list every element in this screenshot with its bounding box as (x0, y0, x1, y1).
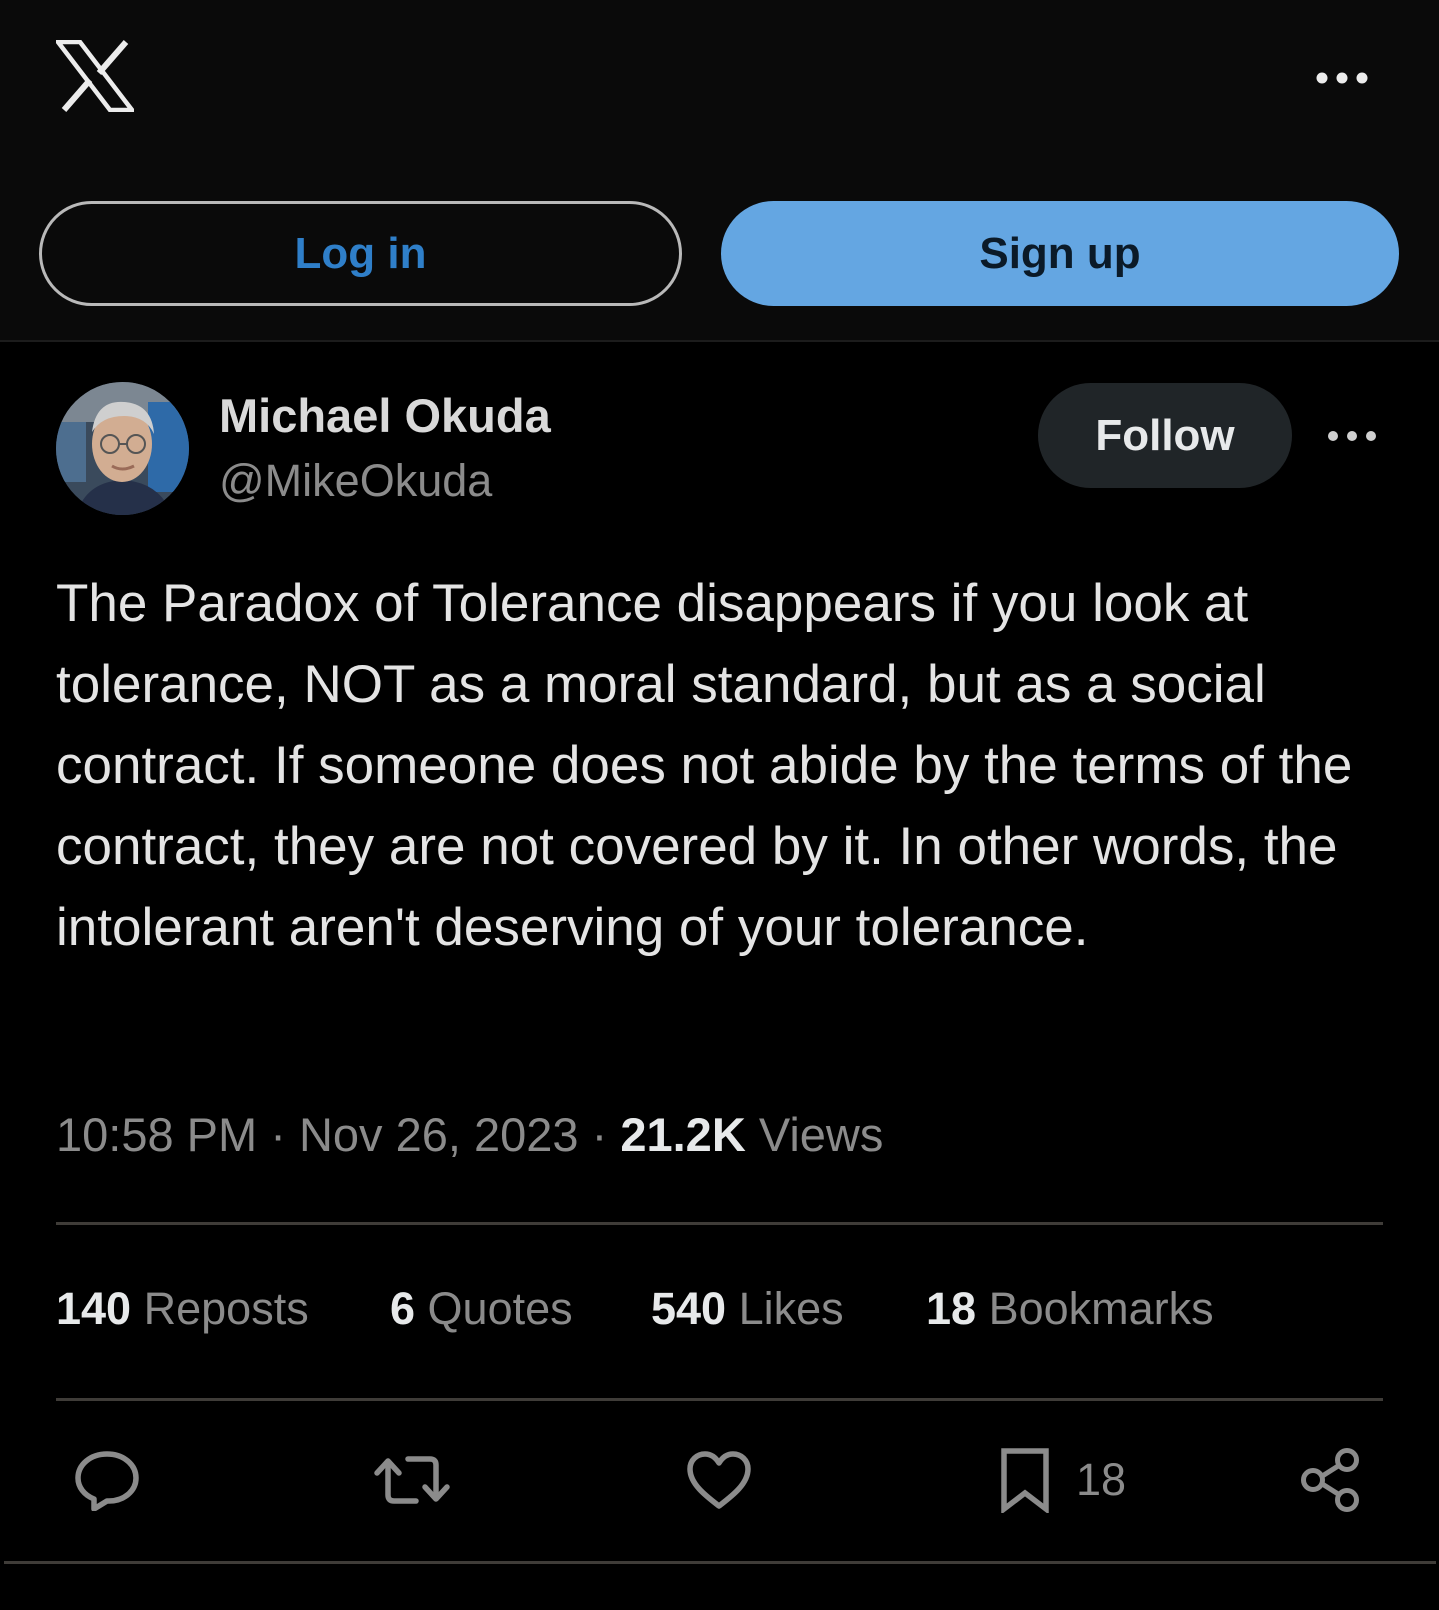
reply-icon (75, 1451, 139, 1511)
reposts-count: 140 (56, 1283, 132, 1334)
reposts-label: Reposts (143, 1283, 309, 1334)
follow-button[interactable]: Follow (1038, 383, 1292, 488)
signup-button[interactable]: Sign up (721, 201, 1399, 306)
bookmark-button[interactable]: 18 (998, 1445, 1126, 1515)
share-button[interactable] (1300, 1445, 1362, 1515)
author-name[interactable]: Michael Okuda (219, 388, 551, 443)
login-button[interactable]: Log in (39, 201, 682, 306)
author-handle[interactable]: @MikeOkuda (219, 455, 492, 507)
likes-stat[interactable]: 540 Likes (651, 1283, 844, 1335)
views-label: Views (758, 1108, 884, 1161)
post-more-icon[interactable] (1322, 416, 1382, 456)
post-date[interactable]: Nov 26, 2023 (299, 1108, 579, 1161)
likes-count: 540 (651, 1283, 727, 1334)
bookmark-count: 18 (1076, 1454, 1127, 1505)
quotes-label: Quotes (427, 1283, 573, 1334)
meta-separator: · (270, 1108, 299, 1161)
reply-button[interactable] (74, 1445, 140, 1515)
quotes-count: 6 (390, 1283, 416, 1334)
quotes-stat[interactable]: 6 Quotes (390, 1283, 573, 1335)
post-time[interactable]: 10:58 PM (56, 1108, 257, 1161)
like-button[interactable] (686, 1445, 752, 1515)
reposts-stat[interactable]: 140 Reposts (56, 1283, 309, 1335)
divider (56, 1222, 1383, 1225)
post-text: The Paradox of Tolerance disappears if y… (56, 574, 1353, 957)
bookmarks-stat[interactable]: 18 Bookmarks (926, 1283, 1214, 1335)
x-logo-icon[interactable] (53, 39, 137, 113)
bookmarks-count: 18 (926, 1283, 977, 1334)
avatar[interactable] (56, 382, 189, 515)
bookmarks-label: Bookmarks (988, 1283, 1214, 1334)
post-meta: 10:58 PM · Nov 26, 2023 · 21.2K Views (56, 1107, 883, 1162)
likes-label: Likes (738, 1283, 844, 1334)
repost-icon (374, 1456, 450, 1504)
bookmark-icon (1001, 1448, 1049, 1513)
repost-button[interactable] (374, 1445, 450, 1515)
top-bar: Log in Sign up (0, 0, 1439, 342)
more-options-icon[interactable] (1312, 58, 1372, 98)
meta-separator: · (591, 1108, 621, 1161)
divider (4, 1561, 1436, 1564)
divider (56, 1398, 1383, 1401)
share-icon (1301, 1448, 1359, 1512)
views-count: 21.2K (620, 1108, 746, 1161)
like-icon (687, 1451, 751, 1509)
